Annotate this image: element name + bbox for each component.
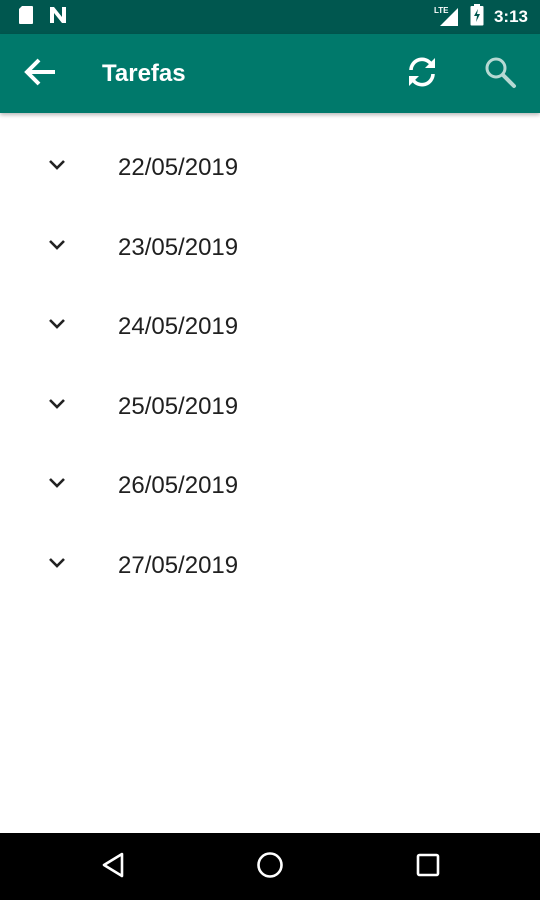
sd-card-icon — [18, 5, 34, 30]
list-item[interactable]: 24/05/2019 — [0, 287, 540, 367]
date-label: 25/05/2019 — [118, 392, 239, 420]
system-nav-bar — [0, 833, 540, 900]
n-notification-icon — [48, 5, 68, 30]
status-bar-right: LTE 3:13 — [434, 3, 528, 31]
refresh-button[interactable] — [396, 50, 448, 98]
nav-home-button[interactable] — [246, 845, 294, 889]
search-icon — [483, 55, 517, 94]
refresh-icon — [404, 54, 440, 95]
list-item[interactable]: 25/05/2019 — [0, 367, 540, 447]
list-item[interactable]: 27/05/2019 — [0, 526, 540, 606]
status-bar: LTE 3:13 — [0, 0, 540, 34]
battery-charging-icon — [470, 3, 484, 31]
list-item[interactable]: 22/05/2019 — [0, 128, 540, 208]
date-label: 24/05/2019 — [118, 313, 239, 341]
date-label: 23/05/2019 — [118, 233, 239, 261]
arrow-back-icon — [23, 57, 57, 92]
nav-recents-button[interactable] — [404, 845, 452, 889]
list-item[interactable]: 26/05/2019 — [0, 446, 540, 526]
chevron-down-icon — [46, 317, 68, 331]
home-circle-icon — [255, 850, 285, 885]
search-button[interactable] — [476, 50, 524, 98]
app-bar: Tarefas — [0, 34, 540, 113]
nav-back-button[interactable] — [90, 845, 138, 889]
chevron-down-icon — [46, 556, 68, 570]
chevron-down-icon — [46, 397, 68, 411]
date-label: 26/05/2019 — [118, 472, 239, 500]
chevron-down-icon — [46, 238, 68, 252]
chevron-down-icon — [46, 158, 68, 172]
chevron-down-icon — [46, 476, 68, 490]
back-triangle-icon — [100, 851, 128, 884]
task-date-list: 22/05/2019 23/05/2019 24/05/2019 25/05/2… — [0, 128, 540, 606]
lte-signal-icon: LTE — [434, 6, 460, 28]
date-label: 27/05/2019 — [118, 551, 239, 579]
status-time: 3:13 — [493, 7, 528, 26]
list-item[interactable]: 23/05/2019 — [0, 208, 540, 288]
status-bar-left — [18, 5, 68, 30]
date-label: 22/05/2019 — [118, 154, 239, 181]
recents-square-icon — [414, 851, 442, 884]
page-title: Tarefas — [102, 60, 186, 87]
back-button[interactable] — [16, 50, 64, 98]
